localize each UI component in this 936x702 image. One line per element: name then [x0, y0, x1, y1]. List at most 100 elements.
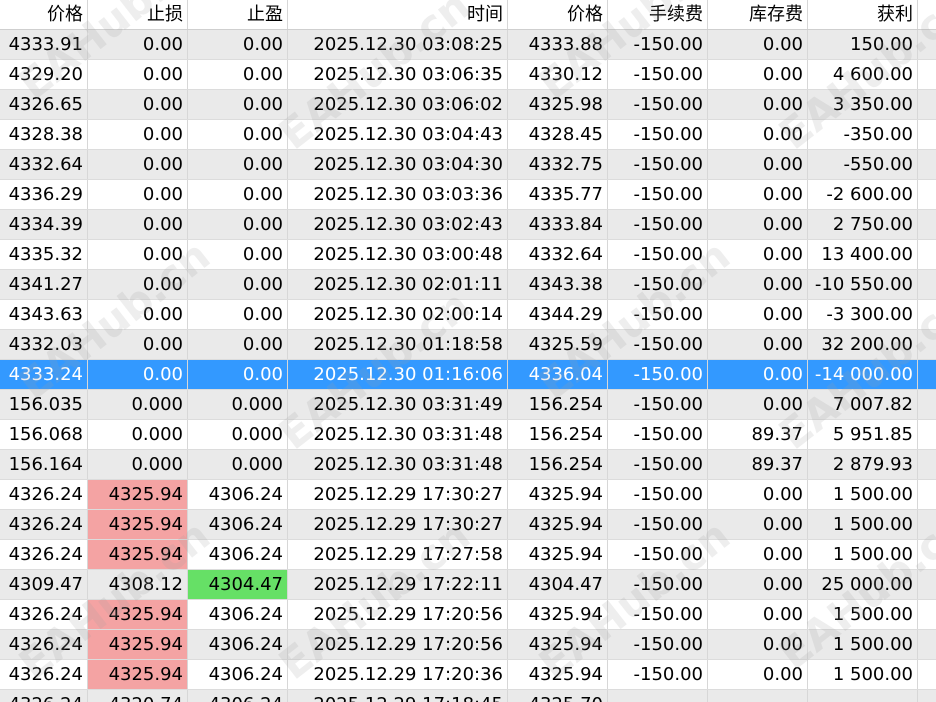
- cell-close-price: 4325.94: [508, 510, 608, 539]
- cell-swap: 0.00: [708, 90, 808, 119]
- cell-take-profit: 0.00: [188, 330, 288, 359]
- table-row-selected[interactable]: 4333.24 0.00 0.00 2025.12.30 01:16:06 4336.0…: [0, 360, 936, 390]
- cell-stop-loss: 0.00: [88, 30, 188, 59]
- cell-commission: -150.00: [608, 600, 708, 629]
- cell-stop-loss: 0.00: [88, 210, 188, 239]
- cell-profit: -550.00: [808, 150, 918, 179]
- cell-stop-loss: 0.000: [88, 420, 188, 449]
- table-row[interactable]: 4332.64 0.00 0.00 2025.12.30 03:04:30 4332.7…: [0, 150, 936, 180]
- cell-take-profit: 0.00: [188, 90, 288, 119]
- table-row[interactable]: 4334.39 0.00 0.00 2025.12.30 03:02:43 4333.8…: [0, 210, 936, 240]
- cell-commission: -150.00: [608, 60, 708, 89]
- table-row[interactable]: 4326.24 4325.94 4306.24 2025.12.29 17:20:56…: [0, 630, 936, 660]
- table-row[interactable]: 4326.24 4325.94 4306.24 2025.12.29 17:30:27…: [0, 510, 936, 540]
- cell-close-time: 2025.12.30 03:06:02: [288, 90, 508, 119]
- header-stop-loss[interactable]: 止损: [88, 0, 188, 29]
- cell-profit: 7 007.82: [808, 390, 918, 419]
- table-row[interactable]: 4326.24 4325.94 4306.24 2025.12.29 17:27:58…: [0, 540, 936, 570]
- cell-close-price: 4325.94: [508, 600, 608, 629]
- cell-stop-loss: 0.00: [88, 60, 188, 89]
- header-commission[interactable]: 手续费: [608, 0, 708, 29]
- cell-stop-loss: 0.00: [88, 300, 188, 329]
- cell-stop-loss: 4308.12: [88, 570, 188, 599]
- cell-swap: 0.00: [708, 150, 808, 179]
- cell-close-price: 4328.45: [508, 120, 608, 149]
- cell-stop-loss: 0.00: [88, 120, 188, 149]
- cell-swap: 89.37: [708, 420, 808, 449]
- cell-close-time: 2025.12.30 03:31:48: [288, 450, 508, 479]
- cell-close-time: 2025.12.30 03:06:35: [288, 60, 508, 89]
- header-take-profit[interactable]: 止盈: [188, 0, 288, 29]
- table-row[interactable]: 4343.63 0.00 0.00 2025.12.30 02:00:14 4344.2…: [0, 300, 936, 330]
- cell-profit: 2 879.93: [808, 450, 918, 479]
- cell-swap: 89.37: [708, 450, 808, 479]
- table-row[interactable]: 4336.29 0.00 0.00 2025.12.30 03:03:36 4335.7…: [0, 180, 936, 210]
- cell-open-price: 4335.32: [0, 240, 88, 269]
- table-row[interactable]: 4326.65 0.00 0.00 2025.12.30 03:06:02 4325.9…: [0, 90, 936, 120]
- cell-swap: 0.00: [708, 660, 808, 689]
- cell-stop-loss: 4325.94: [88, 540, 188, 569]
- cell-close-time: 2025.12.29 17:20:56: [288, 630, 508, 659]
- cell-stop-loss: 4325.94: [88, 660, 188, 689]
- table-row[interactable]: 4332.03 0.00 0.00 2025.12.30 01:18:58 4325.5…: [0, 330, 936, 360]
- cell-open-price: 4333.91: [0, 30, 88, 59]
- cell-stop-loss: 0.00: [88, 270, 188, 299]
- cell-swap: 0.00: [708, 510, 808, 539]
- cell-take-profit: 4306.24: [188, 690, 288, 702]
- header-open-price[interactable]: 价格: [0, 0, 88, 29]
- cell-swap: 0.00: [708, 120, 808, 149]
- cell-commission: [608, 690, 708, 702]
- cell-swap: 0.00: [708, 390, 808, 419]
- cell-open-price: 4329.20: [0, 60, 88, 89]
- table-row[interactable]: 4326.24 4325.94 4306.24 2025.12.29 17:30:27…: [0, 480, 936, 510]
- cell-open-price: 4326.24: [0, 660, 88, 689]
- cell-take-profit: 4306.24: [188, 630, 288, 659]
- cell-open-price: 156.164: [0, 450, 88, 479]
- header-close-time[interactable]: 时间: [288, 0, 508, 29]
- header-swap[interactable]: 库存费: [708, 0, 808, 29]
- table-row[interactable]: 4326.244320.744306.242025.12.29 17:18:45…: [0, 690, 936, 702]
- cell-close-price: 156.254: [508, 450, 608, 479]
- table-row[interactable]: 4309.47 4308.12 4304.47 2025.12.29 17:22:11…: [0, 570, 936, 600]
- cell-open-price: 156.035: [0, 390, 88, 419]
- cell-commission: -150.00: [608, 390, 708, 419]
- cell-swap: 0.00: [708, 210, 808, 239]
- cell-take-profit: 4306.24: [188, 510, 288, 539]
- cell-commission: -150.00: [608, 480, 708, 509]
- table-row[interactable]: 156.164 0.000 0.000 2025.12.30 03:31:48 156.…: [0, 450, 936, 480]
- cell-stop-loss: 4320.74: [88, 690, 188, 702]
- table-row[interactable]: 4326.24 4325.94 4306.24 2025.12.29 17:20:36…: [0, 660, 936, 690]
- cell-commission: -150.00: [608, 570, 708, 599]
- cell-take-profit: 0.00: [188, 360, 288, 389]
- table-row[interactable]: 4341.27 0.00 0.00 2025.12.30 02:01:11 4343.3…: [0, 270, 936, 300]
- cell-take-profit: 0.00: [188, 210, 288, 239]
- table-row[interactable]: 156.068 0.000 0.000 2025.12.30 03:31:48 156.…: [0, 420, 936, 450]
- cell-open-price: 4326.24: [0, 510, 88, 539]
- cell-swap: 0.00: [708, 330, 808, 359]
- cell-swap: 0.00: [708, 60, 808, 89]
- header-profit[interactable]: 获利: [808, 0, 918, 29]
- table-row[interactable]: 4326.24 4325.94 4306.24 2025.12.29 17:20:56…: [0, 600, 936, 630]
- cell-swap: [708, 690, 808, 702]
- cell-close-price: 4325.94: [508, 660, 608, 689]
- cell-close-price: 4344.29: [508, 300, 608, 329]
- table-row[interactable]: 4329.20 0.00 0.00 2025.12.30 03:06:35 4330.1…: [0, 60, 936, 90]
- cell-close-time: 2025.12.30 03:04:43: [288, 120, 508, 149]
- cell-close-price: 4325.70: [508, 690, 608, 702]
- cell-open-price: 4328.38: [0, 120, 88, 149]
- cell-stop-loss: 4325.94: [88, 600, 188, 629]
- cell-close-time: 2025.12.29 17:30:27: [288, 510, 508, 539]
- cell-close-time: 2025.12.30 01:16:06: [288, 360, 508, 389]
- cell-close-price: 4333.88: [508, 30, 608, 59]
- table-row[interactable]: 4328.38 0.00 0.00 2025.12.30 03:04:43 4328.4…: [0, 120, 936, 150]
- cell-profit: 4 600.00: [808, 60, 918, 89]
- cell-open-price: 4309.47: [0, 570, 88, 599]
- cell-close-time: 2025.12.29 17:18:45: [288, 690, 508, 702]
- header-close-price[interactable]: 价格: [508, 0, 608, 29]
- table-row[interactable]: 4335.32 0.00 0.00 2025.12.30 03:00:48 4332.6…: [0, 240, 936, 270]
- table-row[interactable]: 4333.91 0.00 0.00 2025.12.30 03:08:25 4333.8…: [0, 30, 936, 60]
- cell-commission: -150.00: [608, 180, 708, 209]
- cell-close-time: 2025.12.29 17:27:58: [288, 540, 508, 569]
- table-row[interactable]: 156.035 0.000 0.000 2025.12.30 03:31:49 156.…: [0, 390, 936, 420]
- cell-profit: 150.00: [808, 30, 918, 59]
